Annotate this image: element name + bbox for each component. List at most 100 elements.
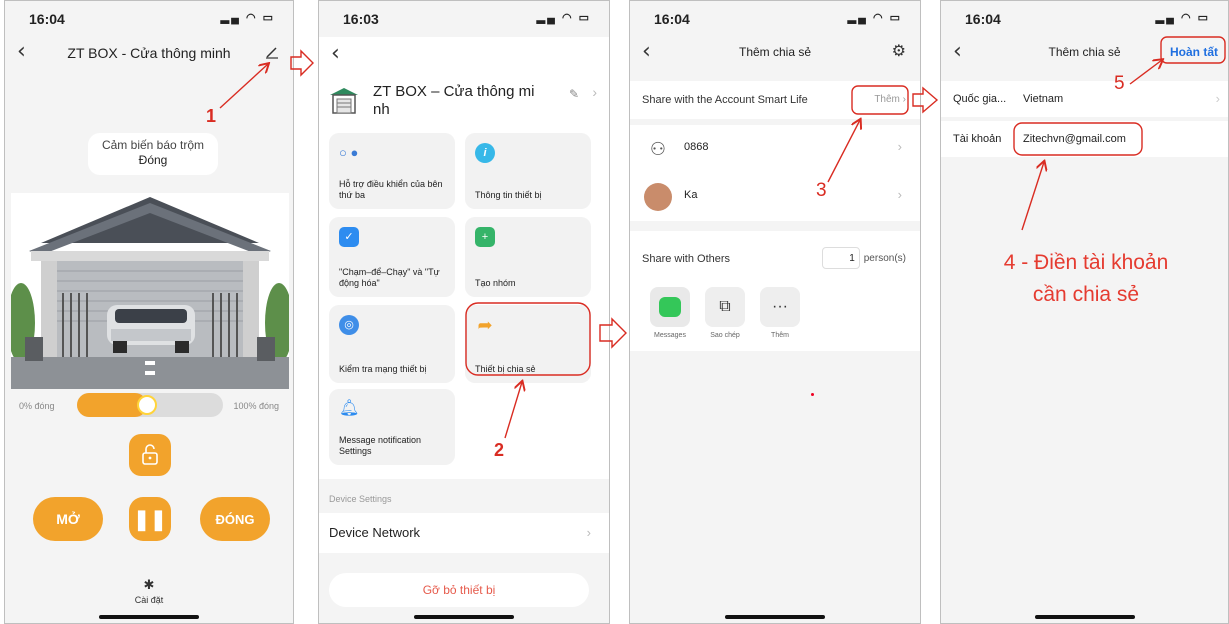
device-name: ZT BOX – Cửa thông mi nh: [373, 83, 535, 118]
chevron-right-icon: ›: [592, 84, 597, 100]
country-row[interactable]: Quốc gia... Vietnam ›: [941, 81, 1228, 117]
option-label: Thêm: [771, 332, 789, 339]
signal-wifi-battery-icon: ▂▄ ◠ ▭: [220, 12, 275, 24]
home-indicator: [725, 615, 825, 619]
phone-screen-add-share: 16:04 ▂▄ ◠ ▭ ‹ Thêm chia sẻ ⚙ Share with…: [629, 0, 921, 624]
account-row: Tài khoản Zitechvn@gmail.com: [941, 121, 1228, 157]
open-button[interactable]: MỞ: [33, 497, 103, 541]
copy-icon: ⧉: [705, 287, 745, 327]
unlock-icon: [142, 444, 158, 465]
shared-account-row[interactable]: ⚇ 0868 ›: [630, 125, 920, 173]
remove-device-button[interactable]: Gỡ bỏ thiết bị: [329, 573, 589, 607]
settings-gear-icon[interactable]: ⚙: [892, 41, 906, 61]
chevron-right-icon: ›: [1215, 91, 1220, 106]
phone-screen-device-control: 16:04 ▂▄ ◠ ▭ ‹ ZT BOX - Cửa thông minh C…: [4, 0, 294, 624]
device-network-label: Device Network: [329, 525, 421, 540]
share-messages-button[interactable]: Messages: [648, 287, 692, 339]
assistant-icon: ○ ●: [339, 145, 359, 160]
close-button[interactable]: ĐÓNG: [200, 497, 270, 541]
status-bar: 16:04 ▂▄ ◠ ▭: [5, 9, 293, 31]
country-value: Vietnam: [1023, 93, 1064, 105]
more-icon: ···: [760, 287, 800, 327]
slider-max-label: 100% đóng: [233, 401, 279, 411]
chevron-right-icon: ›: [586, 525, 591, 540]
step4-instruction-line2: cần chia sẻ: [1032, 283, 1140, 306]
tile-third-party[interactable]: ○ ● Hỗ trợ điều khiển của bên thứ ba: [329, 133, 455, 209]
person-count-field[interactable]: 1 person(s): [821, 247, 906, 269]
page-title: ZT BOX - Cửa thông minh: [67, 45, 231, 61]
person-icon: ⚇: [649, 139, 667, 159]
settings-label: Cài đặt: [134, 595, 164, 605]
status-time: 16:03: [343, 11, 379, 27]
settings-button[interactable]: ✱ Cài đặt: [5, 577, 293, 605]
person-count-value[interactable]: 1: [821, 247, 860, 269]
slider-min-label: 0% đóng: [19, 401, 55, 411]
home-indicator: [99, 615, 199, 619]
feature-grid: ○ ● Hỗ trợ điều khiển của bên thứ ba i T…: [319, 127, 609, 479]
person-unit: person(s): [863, 253, 906, 264]
account-input[interactable]: Zitechvn@gmail.com: [1023, 133, 1126, 145]
step1-number: 1: [206, 106, 217, 126]
done-button[interactable]: Hoàn tất: [1170, 45, 1218, 59]
share-others-section: Share with Others 1 person(s) Messages ⧉ …: [630, 231, 920, 351]
device-header[interactable]: ZT BOX – Cửa thông mi nh ✎ ›: [319, 79, 609, 127]
share-copy-button[interactable]: ⧉ Sao chép: [703, 287, 747, 339]
status-time: 16:04: [29, 11, 65, 27]
add-share-label: Thêm: [874, 94, 900, 105]
signal-wifi-battery-icon: ▂▄ ◠ ▭: [536, 12, 591, 24]
tile-network-check[interactable]: ◎ Kiểm tra mạng thiết bị: [329, 305, 455, 383]
section-label: Device Settings: [329, 494, 392, 504]
signal-wifi-battery-icon: ▂▄ ◠ ▭: [1155, 12, 1210, 24]
edit-pencil-icon[interactable]: [265, 45, 279, 59]
tile-automation[interactable]: ✓ "Chạm–để–Chạy" và "Tự động hóa": [329, 217, 455, 297]
tutorial-stage: 16:04 ▂▄ ◠ ▭ ‹ ZT BOX - Cửa thông minh C…: [0, 0, 1229, 624]
garage-illustration: [11, 193, 289, 389]
step4-instruction: 4 - Điền tài khoản: [1003, 251, 1169, 274]
slider-knob[interactable]: [137, 395, 158, 415]
status-bar: 16:04 ▂▄ ◠ ▭: [941, 9, 1228, 31]
info-icon: i: [475, 143, 495, 163]
account-label: Tài khoản: [953, 133, 1002, 145]
home-indicator: [1034, 615, 1135, 619]
tile-share-device[interactable]: ➦ Thiết bị chia sẻ: [465, 305, 591, 383]
share-more-button[interactable]: ··· Thêm: [758, 287, 802, 339]
tile-device-info[interactable]: i Thông tin thiết bị: [465, 133, 591, 209]
step5-number: 5: [1114, 73, 1125, 94]
page-title: Thêm chia sẻ: [738, 45, 812, 59]
nav-bar: ‹: [319, 37, 609, 79]
position-slider[interactable]: [77, 393, 223, 417]
nav-bar: ‹ ZT BOX - Cửa thông minh: [5, 39, 293, 69]
tile-label: Thông tin thiết bị: [475, 190, 542, 200]
tile-create-group[interactable]: + Tạo nhóm: [465, 217, 591, 297]
add-share-button[interactable]: Thêm ›: [874, 94, 906, 105]
status-time: 16:04: [965, 11, 1001, 27]
edit-pencil-icon[interactable]: ✎: [569, 87, 579, 101]
gear-icon: ✱: [143, 577, 155, 592]
tile-notifications[interactable]: 🔔︎ Message notification Settings: [329, 389, 455, 465]
position-slider-row: 0% đóng 100% đóng: [5, 392, 293, 418]
step2-number: 2: [494, 440, 505, 460]
sensor-label: Cảm biến báo trộm: [101, 138, 205, 152]
sensor-card: Cảm biến báo trộm Đóng: [88, 133, 218, 175]
red-dot: [811, 393, 814, 396]
unlock-button[interactable]: [129, 434, 171, 476]
device-network-row[interactable]: Device Network ›: [319, 513, 609, 553]
garage-device-icon: [330, 88, 358, 114]
messages-icon: [650, 287, 690, 327]
account-name: Ka: [684, 189, 698, 201]
pause-button[interactable]: ❚❚: [129, 497, 171, 541]
shared-account-row[interactable]: Ka ›: [630, 173, 920, 221]
status-bar: 16:03 ▂▄ ◠ ▭: [319, 9, 609, 31]
back-chevron-icon[interactable]: ‹: [331, 41, 340, 67]
bell-icon: 🔔︎: [339, 400, 360, 417]
tile-label: Thiết bị chia sẻ: [475, 364, 536, 374]
tile-label: Kiểm tra mạng thiết bị: [339, 364, 427, 374]
account-name: 0868: [684, 141, 709, 153]
nav-bar: ‹ Thêm chia sẻ ⚙: [630, 39, 920, 69]
tile-label: Hỗ trợ điều khiển của bên thứ ba: [339, 179, 443, 200]
status-bar: 16:04 ▂▄ ◠ ▭: [630, 9, 920, 31]
add-group-icon: +: [475, 227, 495, 247]
shield-check-icon: ✓: [339, 227, 359, 247]
next-arrow-1-2: [290, 49, 314, 77]
network-icon: ◎: [339, 315, 359, 335]
